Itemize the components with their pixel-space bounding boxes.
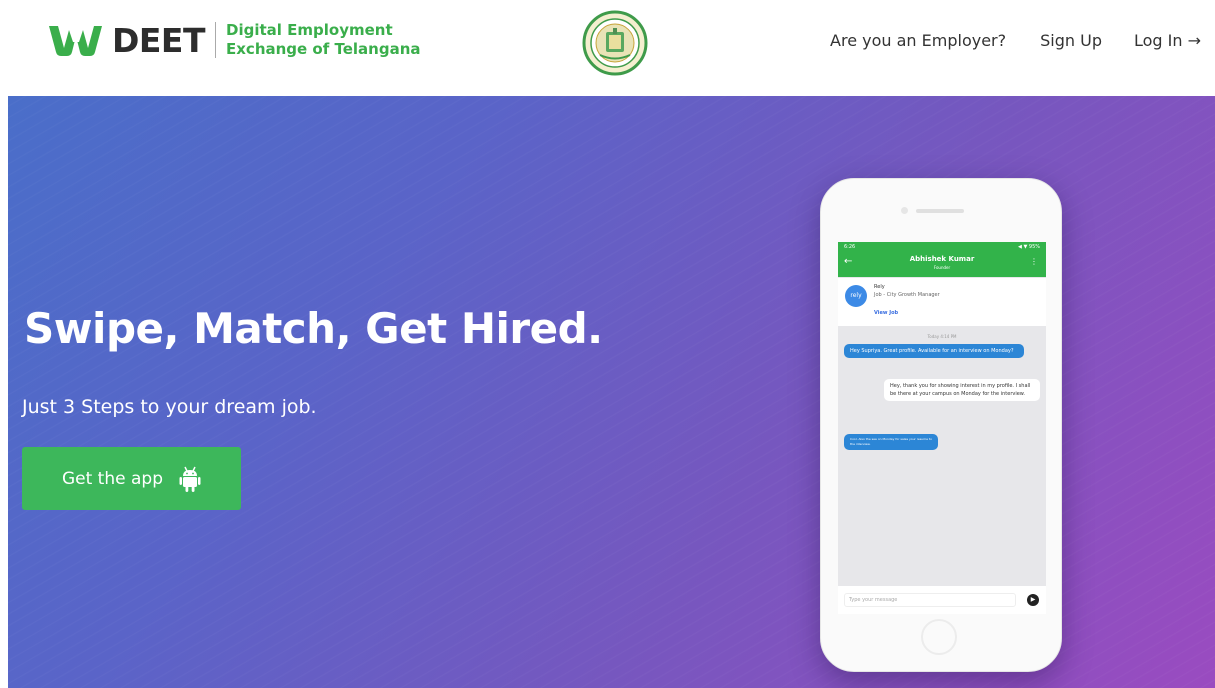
deet-logo[interactable]: DEET Digital Employment Exchange of Tela… (46, 20, 421, 60)
message-input[interactable]: Type your message (844, 593, 1016, 607)
view-job-link[interactable]: View Job (874, 310, 898, 316)
status-time: 6:26 (844, 244, 856, 250)
more-options-icon[interactable]: ⋮ (1030, 257, 1038, 266)
logo-divider (215, 22, 216, 58)
site-header: DEET Digital Employment Exchange of Tela… (0, 0, 1215, 96)
chat-contact-role: Founder (933, 265, 951, 270)
job-card: rely Rely Job - City Growth Manager View… (838, 278, 1046, 326)
chat-contact-name: Abhishek Kumar (909, 255, 975, 263)
company-logo: rely (845, 285, 867, 307)
chat-message-incoming: Hey Supriya. Great profile. Available fo… (844, 344, 1024, 358)
chat-message-incoming: Cool. Also the see on Monday for sales y… (844, 434, 938, 450)
send-icon[interactable]: ▶ (1027, 594, 1039, 606)
hero-section: Swipe, Match, Get Hired. Just 3 Steps to… (8, 96, 1215, 688)
brand-name: DEET (112, 20, 206, 60)
phone-speaker (916, 209, 964, 213)
employer-link[interactable]: Are you an Employer? (830, 31, 1006, 50)
top-nav: Are you an Employer? Sign Up Log In → (830, 31, 1201, 50)
deet-logo-mark-icon (49, 26, 102, 56)
job-company: Rely (874, 284, 885, 290)
get-the-app-button[interactable]: Get the app (22, 447, 241, 510)
login-link[interactable]: Log In → (1134, 31, 1201, 50)
hero-headline: Swipe, Match, Get Hired. (24, 304, 603, 353)
chat-date-chip: Today 4:14 PM (927, 334, 957, 339)
get-the-app-label: Get the app (61, 468, 163, 489)
chat-input-bar: Type your message ▶ (838, 586, 1046, 614)
android-icon (179, 466, 201, 492)
phone-screen: 6:26 ◀ ▼ 95% ← Abhishek Kumar Founder ⋮ … (838, 242, 1046, 614)
job-title: Job - City Growth Manager (874, 292, 940, 298)
brand-subtitle: Digital Employment Exchange of Telangana (226, 21, 421, 59)
hero-subline: Just 3 Steps to your dream job. (22, 396, 317, 418)
chat-message-outgoing: Hey, thank you for showing interest in m… (884, 379, 1040, 401)
telangana-emblem-icon (582, 10, 648, 76)
signup-link[interactable]: Sign Up (1040, 31, 1102, 50)
chat-app-bar: 6:26 ◀ ▼ 95% ← Abhishek Kumar Founder ⋮ (838, 242, 1046, 277)
phone-mockup: 6:26 ◀ ▼ 95% ← Abhishek Kumar Founder ⋮ … (820, 178, 1062, 672)
status-indicators: ◀ ▼ 95% (1018, 244, 1040, 250)
phone-home-button (921, 619, 957, 655)
brand-subtitle-line1: Digital Employment (226, 21, 393, 39)
phone-status-bar: 6:26 ◀ ▼ 95% (844, 244, 1040, 250)
brand-subtitle-line2: Exchange of Telangana (226, 40, 421, 58)
phone-camera (901, 207, 908, 214)
